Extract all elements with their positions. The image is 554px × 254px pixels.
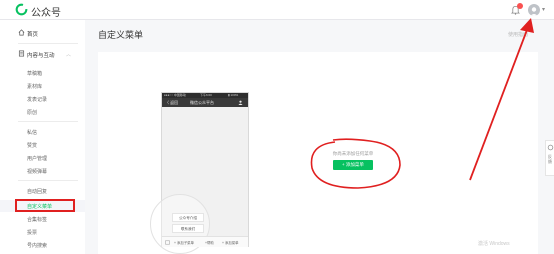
time-text: 下午6:00 bbox=[200, 93, 212, 97]
avatar-dropdown-chevron-icon[interactable]: ▾ bbox=[542, 6, 545, 13]
feedback-tab[interactable]: 反馈 bbox=[545, 140, 554, 176]
divider bbox=[18, 180, 78, 181]
sidebar-section-label: 内容与互动 bbox=[27, 53, 55, 59]
avatar[interactable] bbox=[528, 4, 540, 16]
sidebar-item-label: 投票 bbox=[27, 230, 38, 236]
sidebar-item-messages[interactable]: 私信 bbox=[0, 126, 85, 138]
sidebar-item-drafts[interactable]: 草稿箱 bbox=[0, 67, 85, 79]
sidebar-item-vote[interactable]: 投票 bbox=[0, 226, 85, 238]
sidebar-item-label: 视频弹幕 bbox=[27, 169, 48, 175]
sidebar-item-home[interactable]: 首页 bbox=[0, 27, 85, 39]
sidebar-item-label: 发表记录 bbox=[27, 97, 48, 103]
annotation-highlight-box bbox=[15, 199, 75, 212]
help-link[interactable]: 使用指南 bbox=[508, 31, 528, 38]
person-icon bbox=[238, 100, 243, 105]
battery-text: ▮ 100% bbox=[228, 93, 239, 97]
empty-state-tip: 你尚未添加任何菜单 bbox=[332, 151, 374, 156]
sidebar-item-label: 草稿箱 bbox=[27, 71, 43, 77]
sidebar-item-auto-reply[interactable]: 自动回复 bbox=[0, 185, 85, 197]
logo-icon[interactable] bbox=[15, 3, 28, 16]
phone-menu-bar: + 添加子菜单 +帮助 + 添加菜单 bbox=[162, 236, 248, 247]
sidebar-item-label: 素材库 bbox=[27, 84, 43, 90]
submenu-item[interactable]: 公众号介绍 bbox=[172, 213, 204, 222]
sidebar-item-original[interactable]: 原创 bbox=[0, 106, 85, 118]
submenu-item[interactable]: 联系我们 bbox=[172, 224, 204, 233]
sidebar-item-label: 合集标签 bbox=[27, 217, 48, 223]
chat-bubble-icon bbox=[547, 144, 554, 151]
divider bbox=[18, 43, 78, 44]
notification-badge bbox=[517, 3, 523, 9]
sidebar-item-in-account-search[interactable]: 号内搜索 bbox=[0, 239, 85, 251]
add-menu-mini-button[interactable]: + 添加菜单 bbox=[222, 240, 238, 245]
sidebar-section-content[interactable]: 内容与互动 ︿ bbox=[0, 48, 85, 60]
sidebar: 首页 内容与互动 ︿ 草稿箱 素材库 发表记录 原创 私信 赞赏 用户管理 视频… bbox=[0, 20, 85, 254]
home-icon bbox=[18, 29, 25, 36]
user-avatar-icon bbox=[530, 7, 538, 16]
divider bbox=[18, 121, 78, 122]
sidebar-item-label: 用户管理 bbox=[27, 156, 48, 162]
document-icon bbox=[18, 50, 25, 57]
add-submenu-button[interactable]: + 添加子菜单 bbox=[174, 240, 194, 245]
sidebar-item-label: 自动回复 bbox=[27, 189, 48, 195]
add-menu-button[interactable]: + 添加菜单 bbox=[333, 160, 373, 170]
page-title: 自定义菜单 bbox=[98, 30, 144, 40]
sidebar-item-materials[interactable]: 素材库 bbox=[0, 80, 85, 92]
sidebar-item-label: 原创 bbox=[27, 110, 38, 116]
top-bar: 公众号 ▾ bbox=[0, 0, 554, 20]
feedback-label: 反馈 bbox=[548, 154, 552, 164]
phone-chat-area: 公众号介绍 联系我们 bbox=[150, 107, 248, 254]
chevron-up-icon: ︿ bbox=[66, 52, 72, 58]
account-name: 微信公众平台 bbox=[190, 100, 214, 105]
sidebar-item-collection-tags[interactable]: 合集标签 bbox=[0, 213, 85, 225]
help-menu-button[interactable]: +帮助 bbox=[205, 240, 214, 245]
keyboard-icon bbox=[165, 240, 170, 245]
windows-activation-watermark: 激活 Windows bbox=[478, 241, 510, 247]
sidebar-item-user-management[interactable]: 用户管理 bbox=[0, 152, 85, 164]
brand-name[interactable]: 公众号 bbox=[31, 4, 61, 19]
sidebar-item-label: 号内搜索 bbox=[27, 243, 48, 249]
sidebar-item-label: 首页 bbox=[27, 32, 39, 38]
carrier-text: ●●●○○ 中国移动 bbox=[164, 93, 186, 97]
sidebar-item-appreciation[interactable]: 赞赏 bbox=[0, 139, 85, 151]
back-link: 〈 返回 bbox=[165, 100, 179, 105]
sidebar-item-label: 赞赏 bbox=[27, 143, 38, 149]
phone-preview: ●●●○○ 中国移动 下午6:00 ▮ 100% 〈 返回 微信公众平台 公众号… bbox=[150, 92, 249, 254]
phone-nav-bar: 〈 返回 微信公众平台 bbox=[162, 98, 248, 107]
sidebar-item-video-danmaku[interactable]: 视频弹幕 bbox=[0, 165, 85, 177]
sidebar-item-label: 私信 bbox=[27, 130, 38, 136]
sidebar-item-publish-records[interactable]: 发表记录 bbox=[0, 93, 85, 105]
